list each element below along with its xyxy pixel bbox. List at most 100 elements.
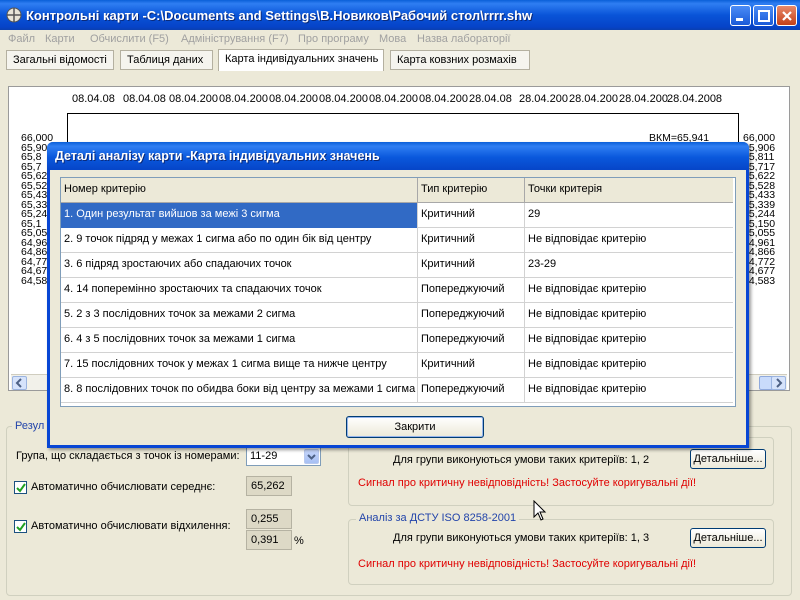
tab-moving-range-chart[interactable]: Карта ковзних розмахів (390, 50, 530, 70)
deviation-value-1: 0,255 (246, 509, 292, 529)
points-cell: Не відповідає критерію (528, 283, 647, 295)
auto-mean-label: Автоматично обчислювати середнє: (31, 481, 216, 493)
group-label: Група, що складається з точок із номерам… (16, 450, 240, 462)
combo-dropdown-button[interactable] (304, 449, 319, 464)
date-label: 08.04.200 (419, 93, 468, 105)
menu-calculate[interactable]: Обчислити (F5) (90, 33, 169, 45)
criterion-cell: 1. Один результат вийшов за межі 3 сигма (61, 203, 418, 228)
date-label: 28.04.08 (469, 93, 512, 105)
dialog-title: Деталі аналізу карти -Карта індивідуальн… (55, 149, 380, 163)
type-cell: Попереджуючий (418, 328, 525, 353)
date-label: 08.04.200 (319, 93, 368, 105)
group-combobox-value: 11-29 (250, 450, 278, 462)
checkmark-icon (16, 483, 26, 493)
date-label: 08.04.200 (219, 93, 268, 105)
points-cell: Не відповідає критерію (528, 358, 647, 370)
date-label: 08.04.200 (369, 93, 418, 105)
points-cell: 23-29 (528, 258, 557, 270)
chevron-down-icon (307, 454, 316, 460)
menu-lab-name[interactable]: Назва лабораторії (417, 33, 510, 45)
menu-charts[interactable]: Карти (45, 33, 75, 45)
table-row[interactable]: 7. 15 послідовних точок у межах 1 сигма … (61, 353, 733, 378)
type-cell: Попереджуючий (418, 278, 525, 303)
column-header-points[interactable]: Точки критерія (525, 178, 731, 203)
date-label: 08.04.200 (269, 93, 318, 105)
tab-strip: Загальні відомості Таблиця даних Карта і… (0, 48, 800, 72)
criterion-cell: 8. 8 послідовних точок по обидва боки ві… (61, 378, 418, 403)
points-cell: 29 (528, 208, 541, 220)
arrow-left-icon (15, 378, 22, 388)
criterion-cell: 6. 4 з 5 послідовних точок за межами 1 с… (61, 328, 418, 353)
maximize-button[interactable] (753, 5, 774, 26)
points-cell: Не відповідає критерію (528, 233, 647, 245)
column-header-type[interactable]: Тип критерію (418, 178, 525, 203)
table-row[interactable]: 5. 2 з 3 послідовних точок за межами 2 с… (61, 303, 733, 328)
date-label: 28.04.200 (519, 93, 568, 105)
column-header-criterion[interactable]: Номер критерію (61, 178, 418, 203)
checkmark-icon (16, 522, 26, 532)
criteria-text-2: Для групи виконуються умови таких критер… (393, 532, 650, 544)
table-row[interactable]: 1. Один результат вийшов за межі 3 сигма… (61, 203, 733, 228)
menu-file[interactable]: Файл (8, 33, 35, 45)
auto-deviation-label: Автоматично обчислювати відхилення: (31, 520, 231, 532)
table-row[interactable]: 3. 6 підряд зростаючих або спадаючих точ… (61, 253, 733, 278)
close-dialog-button[interactable]: Закрити (346, 416, 484, 438)
mouse-cursor-icon (533, 500, 547, 521)
mean-value: 65,262 (246, 476, 292, 496)
deviation-value-2: 0,391 (246, 530, 292, 550)
window-title: Контрольні карти -C:\Documents and Setti… (26, 8, 533, 23)
date-label: 08.04.200 (169, 93, 218, 105)
close-icon (782, 11, 792, 21)
y-tick-label: 64,58 (21, 274, 48, 287)
criterion-cell: 7. 15 послідовних точок у межах 1 сигма … (61, 353, 418, 378)
menu-bar: Файл Карти Обчислити (F5) Адмініструванн… (0, 30, 800, 48)
results-legend: Резул (12, 420, 48, 432)
type-cell: Критичний (418, 203, 525, 228)
minimize-button[interactable] (730, 5, 751, 26)
close-button[interactable] (776, 5, 797, 26)
date-label: 28.04.200 (569, 93, 618, 105)
critical-alert-2: Сигнал про критичну невідповідність! Зас… (358, 558, 697, 570)
percent-sign: % (294, 535, 304, 547)
group-combobox[interactable]: 11-29 (246, 447, 321, 466)
date-label: 08.04.08 (72, 93, 115, 105)
critical-alert-1: Сигнал про критичну невідповідність! Зас… (358, 477, 697, 489)
menu-about[interactable]: Про програму (298, 33, 369, 45)
points-cell: Не відповідає критерію (528, 308, 647, 320)
tab-data-table[interactable]: Таблиця даних (120, 50, 213, 70)
criterion-cell: 3. 6 підряд зростаючих або спадаючих точ… (61, 253, 418, 278)
criteria-text-1: Для групи виконуються умови таких критер… (393, 454, 650, 466)
menu-administration[interactable]: Адміністрування (F7) (181, 33, 288, 45)
grid-header: Номер критерію Тип критерію Точки критер… (61, 178, 733, 203)
auto-deviation-checkbox[interactable] (14, 520, 27, 533)
analysis-details-dialog: Деталі аналізу карти -Карта індивідуальн… (47, 142, 749, 448)
table-row[interactable]: 8. 8 послідовних точок по обидва боки ві… (61, 378, 733, 403)
maximize-icon (758, 10, 770, 22)
type-cell: Критичний (418, 228, 525, 253)
type-cell: Критичний (418, 253, 525, 278)
table-row[interactable]: 4. 14 поперемінно зростаючих та спадаючи… (61, 278, 733, 303)
criterion-cell: 4. 14 поперемінно зростаючих та спадаючи… (61, 278, 418, 303)
auto-mean-checkbox[interactable] (14, 481, 27, 494)
criterion-cell: 5. 2 з 3 послідовних точок за межами 2 с… (61, 303, 418, 328)
criteria-grid: Номер критерію Тип критерію Точки критер… (60, 177, 736, 407)
points-cell: Не відповідає критерію (528, 333, 647, 345)
dialog-titlebar: Деталі аналізу карти -Карта індивідуальн… (47, 142, 749, 170)
date-label: 28.04.200 (619, 93, 668, 105)
date-label: 08.04.08 (123, 93, 166, 105)
table-row[interactable]: 2. 9 точок підряд у межах 1 сигма або по… (61, 228, 733, 253)
details-button-1[interactable]: Детальніше... (690, 449, 766, 469)
table-row[interactable]: 6. 4 з 5 послідовних точок за межами 1 с… (61, 328, 733, 353)
minimize-icon (736, 18, 743, 21)
scroll-left-arrow[interactable] (12, 376, 27, 390)
scroll-right-arrow[interactable] (771, 376, 786, 390)
type-cell: Попереджуючий (418, 303, 525, 328)
tab-general-info[interactable]: Загальні відомості (6, 50, 114, 70)
type-cell: Критичний (418, 353, 525, 378)
analysis-box-2-legend: Аналіз за ДСТУ ISO 8258-2001 (356, 512, 520, 524)
tab-individual-values-chart[interactable]: Карта індивідуальних значень (218, 49, 384, 71)
type-cell: Попереджуючий (418, 378, 525, 403)
menu-language[interactable]: Мова (379, 33, 406, 45)
details-button-2[interactable]: Детальніше... (690, 528, 766, 548)
criterion-cell: 2. 9 точок підряд у межах 1 сигма або по… (61, 228, 418, 253)
